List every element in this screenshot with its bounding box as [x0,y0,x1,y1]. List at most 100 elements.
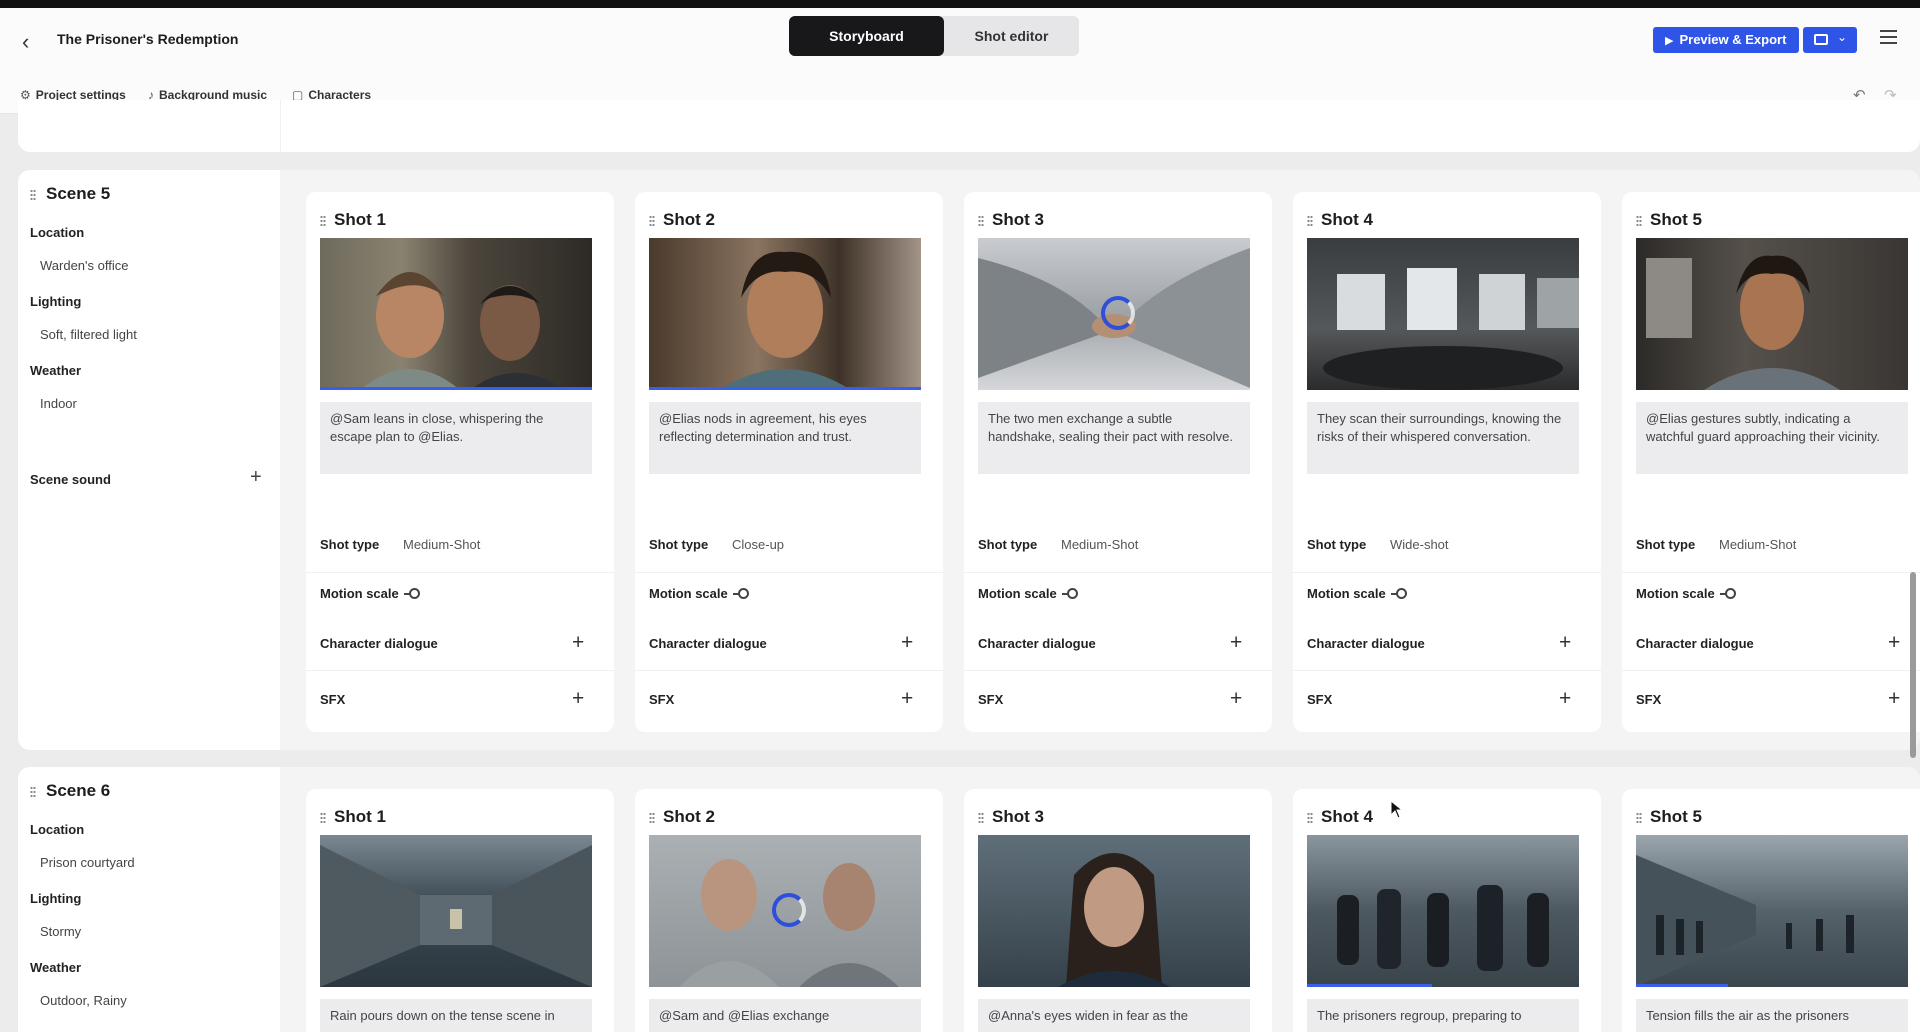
add-sfx-icon[interactable]: + [572,688,584,709]
shot-description[interactable]: Rain pours down on the tense scene in [320,999,592,1032]
shot-type-value[interactable]: Wide-shot [1390,537,1449,552]
shot-description[interactable]: They scan their surroundings, knowing th… [1307,402,1579,474]
shot-description[interactable]: Tension fills the air as the prisoners [1636,999,1908,1032]
drag-handle-icon[interactable] [30,189,36,201]
add-scene-sound-icon[interactable]: + [250,466,262,489]
tab-storyboard[interactable]: Storyboard [789,16,944,56]
scene-title: Scene 6 [30,781,110,801]
preview-export-button[interactable]: ▶ Preview & Export [1653,27,1799,53]
shot-card[interactable]: Shot 5 @Elias gestures subtly, indicatin… [1622,192,1920,732]
back-chevron-icon[interactable]: ‹ [22,30,42,54]
shot-type-value[interactable]: Medium-Shot [1061,537,1138,552]
sfx-label: SFX [1307,692,1333,707]
shot-title-text: Shot 4 [1321,807,1373,826]
sfx-label: SFX [978,692,1004,707]
shot-thumbnail[interactable] [1307,835,1579,987]
motion-scale-slider[interactable] [1062,588,1078,600]
motion-scale-slider[interactable] [404,588,420,600]
shot-title-text: Shot 2 [663,210,715,229]
shot-thumbnail[interactable] [320,238,592,390]
shot-type-value[interactable]: Medium-Shot [1719,537,1796,552]
shot-thumbnail[interactable] [649,835,921,987]
drag-handle-icon[interactable] [1636,812,1642,824]
scene-sidebar: Scene 6 Location Prison courtyard Lighti… [18,767,280,1032]
shot-thumbnail[interactable] [649,238,921,390]
drag-handle-icon[interactable] [320,215,326,227]
drag-handle-icon[interactable] [649,215,655,227]
shot-thumbnail[interactable] [1307,238,1579,390]
shot-thumbnail[interactable] [1636,238,1908,390]
shot-description[interactable]: @Sam leans in close, whispering the esca… [320,402,592,474]
shot-description[interactable]: @Elias nods in agreement, his eyes refle… [649,402,921,474]
shot-type-label: Shot type [1636,537,1696,552]
location-value[interactable]: Prison courtyard [40,855,135,870]
shot-thumbnail[interactable] [320,835,592,987]
shot-card[interactable]: Shot 2 @Elias nods in agreement, his eye… [635,192,943,732]
shot-title: Shot 2 [649,210,715,230]
app-header: ‹ The Prisoner's Redemption Storyboard S… [0,8,1920,78]
weather-value[interactable]: Outdoor, Rainy [40,993,127,1008]
tab-shot-editor[interactable]: Shot editor [944,16,1079,56]
shot-card[interactable]: Shot 1 Rain pours down on the tense scen… [306,789,614,1032]
add-dialogue-icon[interactable]: + [901,632,913,653]
add-sfx-icon[interactable]: + [1559,688,1571,709]
lighting-value[interactable]: Stormy [40,924,81,939]
drag-handle-icon[interactable] [1307,812,1313,824]
shot-title: Shot 2 [649,807,715,827]
shot-description[interactable]: @Elias gestures subtly, indicating a wat… [1636,402,1908,474]
export-dropdown-button[interactable]: ⌄ [1803,27,1857,53]
shot-description[interactable]: The prisoners regroup, preparing to [1307,999,1579,1032]
shot-thumbnail[interactable] [1636,835,1908,987]
drag-handle-icon[interactable] [649,812,655,824]
weather-value[interactable]: Indoor [40,396,77,411]
sfx-label: SFX [649,692,675,707]
play-icon: ▶ [1665,35,1674,47]
motion-scale-slider[interactable] [733,588,749,600]
shot-title: Shot 5 [1636,807,1702,827]
motion-scale-label: Motion scale [1307,586,1386,601]
shot-description[interactable]: The two men exchange a subtle handshake,… [978,402,1250,474]
shot-card[interactable]: Shot 3 The two men exchange a subtle han… [964,192,1272,732]
motion-scale-label: Motion scale [1636,586,1715,601]
shot-card[interactable]: Shot 2 @Sam and @Elias exchange [635,789,943,1032]
location-value[interactable]: Warden's office [40,258,128,273]
shot-type-value[interactable]: Close-up [732,537,784,552]
shot-card[interactable]: Shot 1 @Sam leans in close, whispering t… [306,192,614,732]
drag-handle-icon[interactable] [30,786,36,798]
hamburger-menu-icon[interactable] [1880,30,1897,44]
shot-card[interactable]: Shot 4 The prisoners regroup, preparing … [1293,789,1601,1032]
shot-thumbnail[interactable] [978,835,1250,987]
drag-handle-icon[interactable] [1636,215,1642,227]
motion-scale-slider[interactable] [1720,588,1736,600]
loading-spinner-icon [772,893,806,927]
add-sfx-icon[interactable]: + [1888,688,1900,709]
add-sfx-icon[interactable]: + [1230,688,1242,709]
vertical-scrollbar[interactable] [1910,572,1916,758]
sfx-label: SFX [320,692,346,707]
chevron-down-icon: ⌄ [1837,30,1848,44]
shot-type-value[interactable]: Medium-Shot [403,537,480,552]
shot-description[interactable]: @Anna's eyes widen in fear as the [978,999,1250,1032]
man-portrait-image [1646,255,1840,390]
shot-card[interactable]: Shot 3 @Anna's eyes widen in fear as the [964,789,1272,1032]
shot-thumbnail[interactable] [978,238,1250,390]
shot-description[interactable]: @Sam and @Elias exchange [649,999,921,1032]
shot-card[interactable]: Shot 5 Tension fills the air as the pris… [1622,789,1920,1032]
add-dialogue-icon[interactable]: + [572,632,584,653]
add-dialogue-icon[interactable]: + [1888,632,1900,653]
drag-handle-icon[interactable] [1307,215,1313,227]
drag-handle-icon[interactable] [978,812,984,824]
add-dialogue-icon[interactable]: + [1559,632,1571,653]
drag-handle-icon[interactable] [978,215,984,227]
character-dialogue-label: Character dialogue [1307,636,1425,651]
weather-label: Weather [30,363,82,378]
shot-type-label: Shot type [978,537,1038,552]
motion-scale-slider[interactable] [1391,588,1407,600]
add-dialogue-icon[interactable]: + [1230,632,1242,653]
add-sfx-icon[interactable]: + [901,688,913,709]
scene-card: Scene 5 Location Warden's office Lightin… [18,170,1920,750]
location-label: Location [30,822,85,837]
shot-card[interactable]: Shot 4 They scan their surroundings, kno… [1293,192,1601,732]
lighting-value[interactable]: Soft, filtered light [40,327,137,342]
drag-handle-icon[interactable] [320,812,326,824]
